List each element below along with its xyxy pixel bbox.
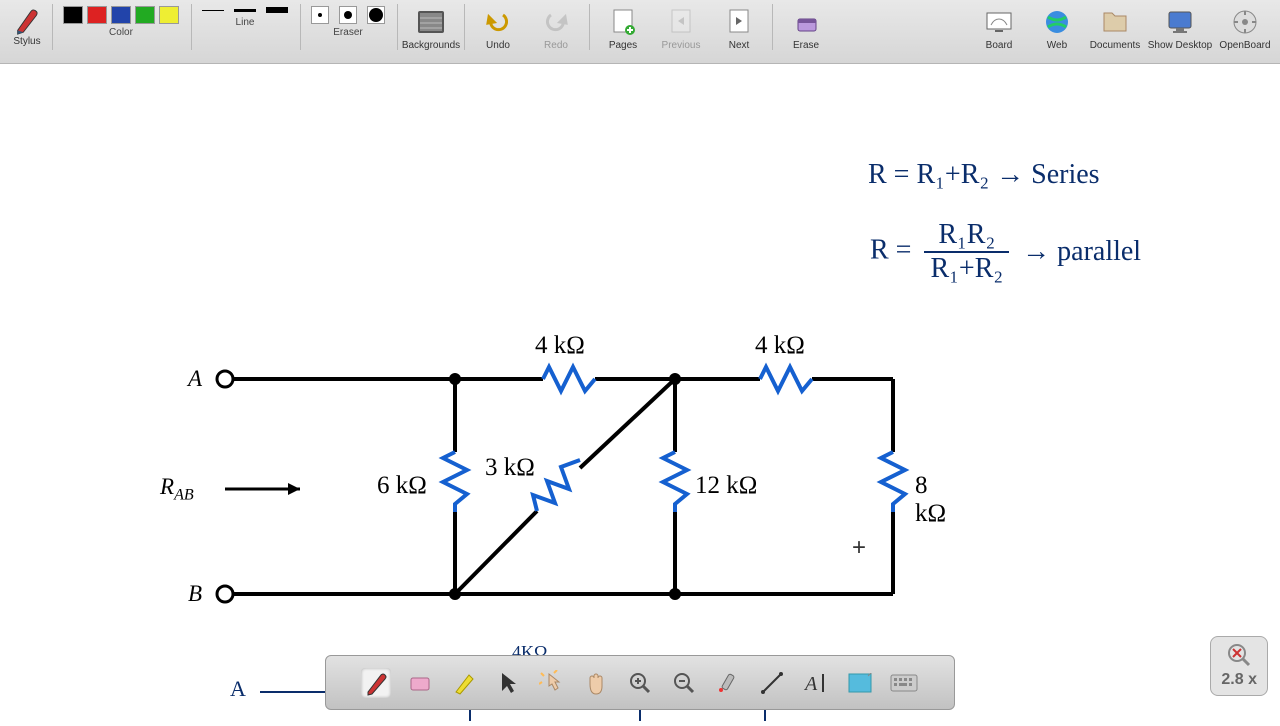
text-tool[interactable]: A: [801, 668, 831, 698]
zoom-out-tool[interactable]: [669, 668, 699, 698]
show-desktop-icon: [1164, 6, 1196, 38]
hand-tool[interactable]: [581, 668, 611, 698]
r-3k: 3 kΩ: [485, 454, 535, 482]
zoom-indicator[interactable]: 2.8 x: [1210, 636, 1268, 696]
undo-icon: [482, 6, 514, 38]
pages-icon: [607, 6, 639, 38]
web-label: Web: [1047, 40, 1067, 51]
keyboard-tool[interactable]: [889, 668, 919, 698]
line-med[interactable]: [234, 6, 256, 14]
color-group: Color: [57, 4, 185, 38]
rab-label: RAB: [160, 474, 194, 505]
backgrounds-icon: [415, 6, 447, 38]
r-6k: 6 kΩ: [377, 472, 427, 500]
erase-label: Erase: [793, 40, 819, 51]
line-tool[interactable]: [757, 668, 787, 698]
web-icon: [1041, 6, 1073, 38]
board-button[interactable]: Board: [970, 4, 1028, 51]
openboard-label: OpenBoard: [1219, 40, 1270, 51]
previous-icon: [665, 6, 697, 38]
undo-button[interactable]: Undo: [469, 4, 527, 51]
stylus-label: Stylus: [13, 36, 40, 47]
zoom-value: 2.8 x: [1221, 671, 1257, 689]
line-label: Line: [236, 17, 255, 28]
backgrounds-button[interactable]: Backgrounds: [402, 4, 460, 51]
eraser-sm[interactable]: [311, 6, 329, 24]
r-4k-2: 4 kΩ: [755, 332, 805, 360]
documents-icon: [1099, 6, 1131, 38]
laser-tool[interactable]: [713, 668, 743, 698]
line-thin[interactable]: [202, 6, 224, 14]
pen-tool[interactable]: [361, 668, 391, 698]
circuit-diagram: A B RAB 4 kΩ 4 kΩ 6 kΩ 3 kΩ 12 kΩ 8 kΩ: [165, 334, 945, 647]
board-icon: [983, 6, 1015, 38]
pointer-tool[interactable]: [493, 668, 523, 698]
top-toolbar: Stylus Color Line Eraser Backgrounds: [0, 0, 1280, 64]
note-parallel: R = R₁R₂ R₁+R₂ → parallel: [870, 219, 1141, 285]
color-blue[interactable]: [111, 6, 131, 24]
pages-label: Pages: [609, 40, 637, 51]
eraser-group: Eraser: [305, 4, 391, 38]
line-thick[interactable]: [266, 6, 288, 14]
web-button[interactable]: Web: [1028, 4, 1086, 51]
color-red[interactable]: [87, 6, 107, 24]
previous-button[interactable]: Previous: [652, 4, 710, 51]
openboard-button[interactable]: OpenBoard: [1216, 4, 1274, 51]
previous-label: Previous: [662, 40, 701, 51]
terminal-a: A: [188, 366, 202, 392]
backgrounds-label: Backgrounds: [402, 40, 460, 51]
sketch-a: A: [230, 676, 246, 702]
undo-label: Undo: [486, 40, 510, 51]
r-12k: 12 kΩ: [695, 472, 757, 500]
stylus-button[interactable]: Stylus: [6, 4, 48, 49]
zoom-reset-icon: [1227, 643, 1251, 667]
canvas-area[interactable]: A B RAB 4 kΩ 4 kΩ 6 kΩ 3 kΩ 12 kΩ 8 kΩ R…: [0, 64, 1280, 720]
erase-icon: [790, 6, 822, 38]
terminal-b: B: [188, 581, 202, 607]
redo-icon: [540, 6, 572, 38]
next-button[interactable]: Next: [710, 4, 768, 51]
color-green[interactable]: [135, 6, 155, 24]
crosshair-cursor: +: [852, 534, 866, 562]
line-group: Line: [196, 4, 294, 28]
redo-button[interactable]: Redo: [527, 4, 585, 51]
eraser-label: Eraser: [333, 27, 362, 38]
board-label: Board: [986, 40, 1013, 51]
svg-text:A: A: [803, 673, 818, 694]
capture-tool[interactable]: [845, 668, 875, 698]
documents-label: Documents: [1090, 40, 1141, 51]
pages-button[interactable]: Pages: [594, 4, 652, 51]
highlighter-tool[interactable]: [449, 668, 479, 698]
bottom-toolbar: A: [325, 655, 955, 710]
show-desktop-button[interactable]: Show Desktop: [1144, 4, 1216, 51]
zoom-in-tool[interactable]: [625, 668, 655, 698]
r-4k-1: 4 kΩ: [535, 332, 585, 360]
next-label: Next: [729, 40, 750, 51]
color-yellow[interactable]: [159, 6, 179, 24]
next-icon: [723, 6, 755, 38]
openboard-icon: [1229, 6, 1261, 38]
eraser-tool[interactable]: [405, 668, 435, 698]
eraser-md[interactable]: [339, 6, 357, 24]
color-label: Color: [109, 27, 133, 38]
documents-button[interactable]: Documents: [1086, 4, 1144, 51]
redo-label: Redo: [544, 40, 568, 51]
color-black[interactable]: [63, 6, 83, 24]
show-desktop-label: Show Desktop: [1148, 40, 1212, 51]
eraser-lg[interactable]: [367, 6, 385, 24]
note-series: R = R₁+R₂ → Series: [868, 159, 1100, 191]
erase-button[interactable]: Erase: [777, 4, 835, 51]
r-8k: 8 kΩ: [915, 472, 946, 528]
interact-tool[interactable]: [537, 668, 567, 698]
